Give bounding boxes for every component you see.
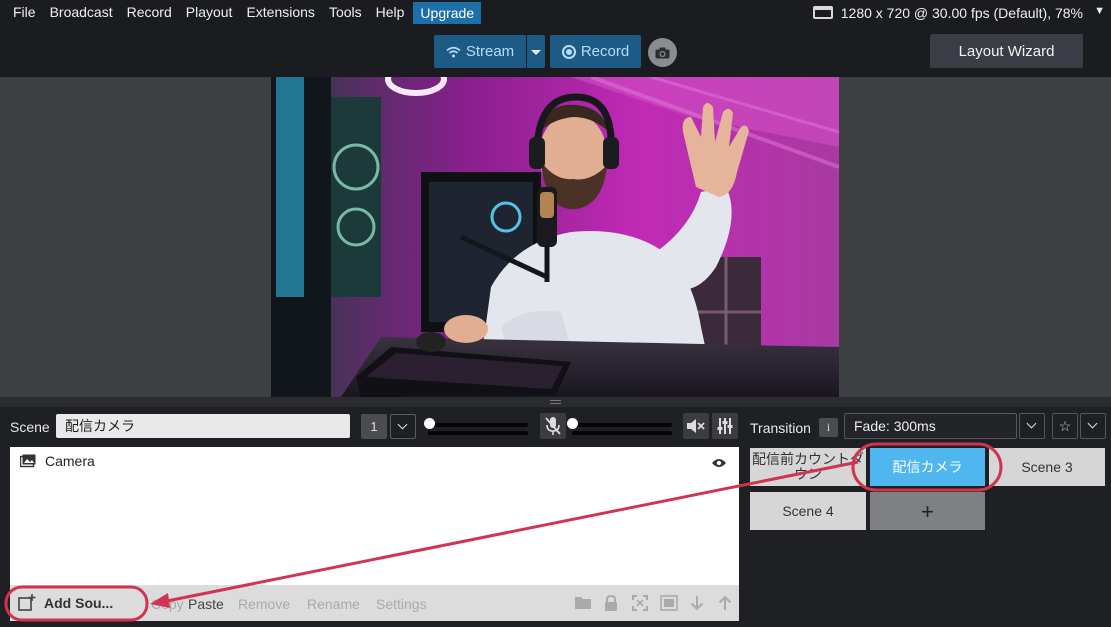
chevron-down-icon xyxy=(1026,418,1037,429)
transition-dropdown[interactable] xyxy=(1019,413,1045,439)
resolution-text: 1280 x 720 @ 30.00 fps (Default), 78% xyxy=(840,4,1083,21)
mic-volume-track[interactable] xyxy=(428,423,528,427)
scene-tile-countdown[interactable]: 配信前カウントダウン xyxy=(750,448,866,486)
mic-mute-button[interactable] xyxy=(540,413,566,439)
scene-tile-4[interactable]: Scene 4 xyxy=(750,492,866,530)
add-source-icon xyxy=(18,594,36,611)
transition-label: Transition xyxy=(750,420,811,436)
copy-button[interactable]: Copy xyxy=(151,596,184,612)
menu-record[interactable]: Record xyxy=(120,0,179,25)
sources-toolbar: Add Sou... Copy Paste Remove Rename Sett… xyxy=(10,585,739,621)
rename-button[interactable]: Rename xyxy=(307,596,360,612)
menu-upgrade[interactable]: Upgrade xyxy=(413,1,482,24)
scene-number-dropdown[interactable] xyxy=(390,414,416,439)
source-name: Camera xyxy=(45,453,95,469)
record-icon xyxy=(561,44,576,59)
paste-button[interactable]: Paste xyxy=(188,596,224,612)
menu-file[interactable]: File xyxy=(0,0,43,25)
favorite-transition-button[interactable]: ☆ xyxy=(1052,413,1078,439)
monitor-icon xyxy=(812,6,833,19)
add-source-button[interactable]: Add Sou... xyxy=(18,594,113,612)
menu-extensions[interactable]: Extensions xyxy=(239,0,321,25)
menu-help[interactable]: Help xyxy=(369,0,412,25)
mixer-icon xyxy=(717,418,733,434)
scene-tile-3[interactable]: Scene 3 xyxy=(989,448,1105,486)
panel-splitter[interactable] xyxy=(0,397,1111,407)
menu-tools[interactable]: Tools xyxy=(322,0,369,25)
fit-screen-icon[interactable] xyxy=(632,595,648,611)
scene-label: Scene xyxy=(10,419,50,435)
lock-icon[interactable] xyxy=(604,595,618,611)
desktop-volume-slider[interactable] xyxy=(567,418,578,429)
camera-preview-image xyxy=(271,77,839,397)
settings-button[interactable]: Settings xyxy=(376,596,427,612)
transition-select[interactable]: Fade: 300ms xyxy=(844,413,1017,439)
mic-muted-icon xyxy=(545,417,561,435)
source-item-camera[interactable]: Camera xyxy=(20,453,95,469)
splitter-grip-icon[interactable] xyxy=(550,400,561,404)
triangle-down-icon[interactable]: ▼ xyxy=(1094,0,1105,25)
remove-button[interactable]: Remove xyxy=(238,596,290,612)
record-label: Record xyxy=(580,43,630,60)
chevron-down-icon xyxy=(1087,418,1098,429)
image-icon xyxy=(20,454,36,468)
scene-tile-camera[interactable]: 配信カメラ xyxy=(870,448,985,486)
wifi-icon xyxy=(446,46,461,58)
chevron-down-icon xyxy=(397,419,408,430)
record-button[interactable]: Record xyxy=(550,35,641,68)
desktop-volume-track[interactable] xyxy=(572,423,672,427)
stream-dropdown-button[interactable] xyxy=(527,35,545,68)
desktop-volume-track-lower[interactable] xyxy=(572,431,672,435)
scene-name-field[interactable]: 配信カメラ xyxy=(56,414,350,438)
eye-icon[interactable] xyxy=(711,455,727,473)
menu-broadcast[interactable]: Broadcast xyxy=(43,0,120,25)
screenshot-button[interactable] xyxy=(648,38,677,67)
desktop-mute-button[interactable] xyxy=(683,413,709,439)
stream-label: Stream xyxy=(465,43,515,60)
resolution-display[interactable]: 1280 x 720 @ 30.00 fps (Default), 78% xyxy=(812,0,1083,25)
sources-list[interactable]: Camera xyxy=(10,447,739,585)
transition-options-dropdown[interactable] xyxy=(1080,413,1106,439)
mic-volume-track-lower[interactable] xyxy=(428,431,528,435)
preview-area[interactable] xyxy=(0,77,1111,397)
toolbar: Stream Record Layout Wizard xyxy=(0,25,1111,77)
mic-volume-slider[interactable] xyxy=(424,418,435,429)
add-source-label: Add Sou... xyxy=(44,595,114,611)
arrow-up-icon[interactable] xyxy=(718,595,732,611)
scene-number-button[interactable]: 1 xyxy=(361,414,387,439)
arrow-down-icon[interactable] xyxy=(690,595,704,611)
speaker-muted-icon xyxy=(687,419,705,433)
menu-playout[interactable]: Playout xyxy=(179,0,240,25)
add-scene-button[interactable]: + xyxy=(870,492,985,530)
stream-button[interactable]: Stream xyxy=(434,35,526,68)
crop-icon[interactable] xyxy=(660,595,678,611)
layout-wizard-button[interactable]: Layout Wizard xyxy=(930,34,1083,68)
info-icon[interactable]: i xyxy=(819,418,838,437)
folder-icon[interactable] xyxy=(574,595,592,610)
camera-icon xyxy=(655,47,670,58)
audio-mixer-button[interactable] xyxy=(712,413,738,439)
